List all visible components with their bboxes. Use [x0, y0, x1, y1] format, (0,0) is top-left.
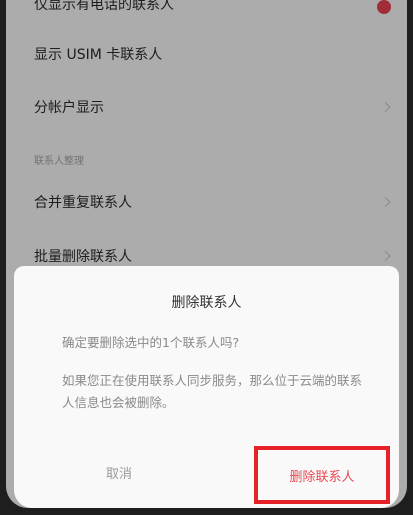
screen: 仅显示有电话的联系人 显示 USIM 卡联系人 分帐户显示 联系人整理 合并重复…	[6, 0, 407, 508]
dialog-message-confirm: 确定要删除选中的1个联系人吗?	[62, 335, 240, 350]
delete-contact-dialog: 删除联系人 确定要删除选中的1个联系人吗? 如果您正在使用联系人同步服务，那么位…	[14, 266, 399, 508]
cancel-button[interactable]: 取消	[54, 454, 184, 490]
delete-contact-button[interactable]: 删除联系人	[254, 446, 390, 504]
dialog-message-sync: 如果您正在使用联系人同步服务，那么位于云端的联系人信息也会被删除。	[62, 373, 363, 410]
phone-frame: 仅显示有电话的联系人 显示 USIM 卡联系人 分帐户显示 联系人整理 合并重复…	[0, 0, 413, 515]
dialog-title: 删除联系人	[171, 295, 242, 311]
